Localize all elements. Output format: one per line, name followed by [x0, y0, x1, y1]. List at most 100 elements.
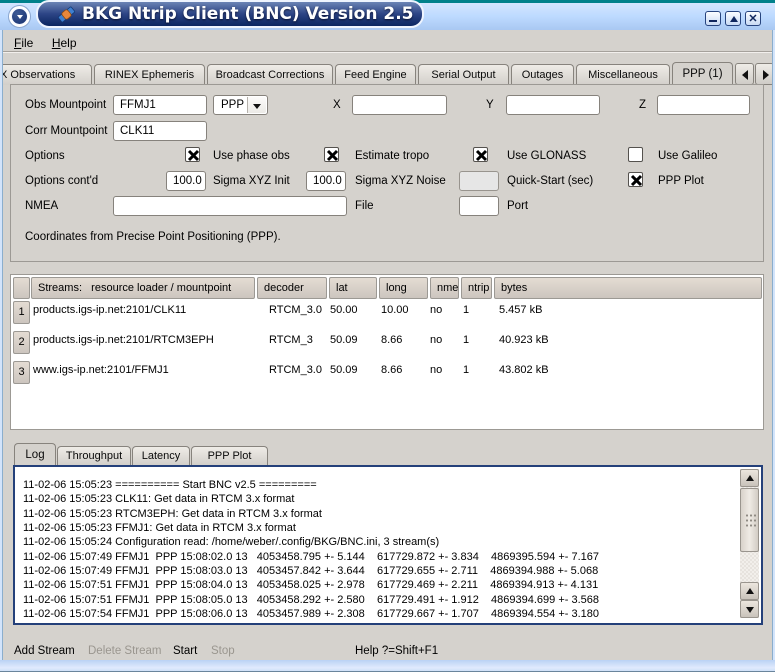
- arrow-up-icon: [746, 475, 754, 481]
- quick-start-label: Quick-Start (sec): [507, 175, 593, 187]
- x-label: X: [333, 99, 341, 111]
- y-input[interactable]: [506, 95, 600, 115]
- title-pill: BKG Ntrip Client (BNC) Version 2.5: [36, 0, 424, 28]
- log-view[interactable]: 11-02-06 15:05:23 ========== Start BNC v…: [13, 465, 763, 625]
- tab-broadcast-corrections[interactable]: Broadcast Corrections: [207, 64, 333, 85]
- table-row[interactable]: products.igs-ip.net:2101/RTCM3EPH RTCM_3…: [11, 334, 763, 356]
- header-ntrip[interactable]: ntrip: [461, 277, 492, 299]
- ppp-plot-checkbox[interactable]: [628, 172, 643, 187]
- menu-file[interactable]: File: [14, 36, 33, 50]
- nmea-input[interactable]: [113, 196, 347, 216]
- ppp-mode-select[interactable]: PPP: [213, 95, 268, 115]
- tab-latency[interactable]: Latency: [132, 446, 190, 465]
- use-galileo-label: Use Galileo: [658, 150, 717, 162]
- close-button[interactable]: ✕: [745, 11, 761, 26]
- file-label: File: [355, 200, 374, 212]
- window-menu-button[interactable]: [8, 5, 31, 28]
- maximize-button[interactable]: [725, 11, 741, 26]
- log-line: 11-02-06 15:07:49 FFMJ1 PPP 15:08:02.0 1…: [23, 551, 599, 563]
- scroll-down-button[interactable]: [740, 600, 759, 618]
- maximize-icon: [730, 16, 738, 22]
- cell-mountpoint: www.igs-ip.net:2101/FFMJ1: [33, 364, 169, 376]
- options-contd-label: Options cont'd: [25, 175, 98, 187]
- estimate-tropo-label: Estimate tropo: [355, 150, 429, 162]
- arrow-up-icon: [746, 588, 754, 594]
- table-row[interactable]: www.igs-ip.net:2101/FFMJ1 RTCM_3.0 50.09…: [11, 364, 763, 386]
- cell-mountpoint: products.igs-ip.net:2101/CLK11: [33, 304, 186, 316]
- header-streams[interactable]: Streams: resource loader / mountpoint: [31, 277, 255, 299]
- tab-feed-engine[interactable]: Feed Engine: [335, 64, 416, 85]
- delete-stream-button[interactable]: Delete Stream: [88, 645, 162, 657]
- sigma-xyz-init-label: Sigma XYZ Init: [213, 175, 290, 187]
- log-scrollbar[interactable]: [740, 469, 759, 618]
- arrow-down-icon: [746, 607, 754, 613]
- sigma-xyz-noise-label: Sigma XYZ Noise: [355, 175, 446, 187]
- obs-mountpoint-input[interactable]: FFMJ1: [113, 95, 207, 115]
- tab-log[interactable]: Log: [14, 443, 56, 465]
- z-label: Z: [639, 99, 646, 111]
- use-glonass-label: Use GLONASS: [507, 150, 586, 162]
- tab-miscellaneous[interactable]: Miscellaneous: [576, 64, 670, 85]
- options-checkbox[interactable]: [185, 147, 200, 162]
- help-shortcut-label: Help ?=Shift+F1: [355, 645, 438, 657]
- tab-serial-output[interactable]: Serial Output: [418, 64, 509, 85]
- tab-ppp[interactable]: PPP (1): [672, 62, 733, 85]
- tab-outages[interactable]: Outages: [511, 64, 574, 85]
- sigma-xyz-noise-input[interactable]: 100.0: [306, 171, 346, 191]
- add-stream-button[interactable]: Add Stream: [14, 645, 75, 657]
- scroll-up-button[interactable]: [740, 469, 759, 487]
- scrollbar-thumb[interactable]: [740, 488, 759, 552]
- menu-bar: File Help: [3, 30, 772, 52]
- cell-nmea: no: [430, 364, 442, 376]
- corr-mountpoint-input[interactable]: CLK11: [113, 121, 207, 141]
- use-galileo-checkbox[interactable]: [628, 147, 643, 162]
- cell-ntrip: 1: [463, 304, 469, 316]
- x-input[interactable]: [352, 95, 447, 115]
- cell-mountpoint: products.igs-ip.net:2101/RTCM3EPH: [33, 334, 214, 346]
- stop-button[interactable]: Stop: [211, 645, 235, 657]
- ppp-mode-value: PPP: [221, 99, 244, 111]
- nmea-label: NMEA: [25, 200, 58, 212]
- tab-ppp-plot[interactable]: PPP Plot: [191, 446, 268, 465]
- table-row[interactable]: products.igs-ip.net:2101/CLK11 RTCM_3.0 …: [11, 304, 763, 326]
- table-corner-header[interactable]: [13, 277, 30, 299]
- bnc-window: BKG Ntrip Client (BNC) Version 2.5 ✕ Fil…: [0, 0, 775, 672]
- log-line: 11-02-06 15:05:23 CLK11: Get data in RTC…: [23, 493, 294, 505]
- header-nmea[interactable]: nmea: [430, 277, 459, 299]
- log-line: 11-02-06 15:07:51 FFMJ1 PPP 15:08:04.0 1…: [23, 579, 598, 591]
- log-line: 11-02-06 15:07:49 FFMJ1 PPP 15:08:03.0 1…: [23, 565, 598, 577]
- header-lat[interactable]: lat: [329, 277, 377, 299]
- header-decoder[interactable]: decoder: [257, 277, 327, 299]
- cell-nmea: no: [430, 334, 442, 346]
- ppp-caption: Coordinates from Precise Point Positioni…: [25, 231, 281, 243]
- cell-decoder: RTCM_3: [269, 334, 313, 346]
- minimize-button[interactable]: [705, 11, 721, 26]
- tab-scroll-right-button[interactable]: [755, 63, 772, 85]
- cell-decoder: RTCM_3.0: [269, 304, 322, 316]
- sigma-xyz-init-input[interactable]: 100.0: [166, 171, 206, 191]
- quick-start-input[interactable]: [459, 171, 499, 191]
- cell-decoder: RTCM_3.0: [269, 364, 322, 376]
- log-line: 11-02-06 15:07:51 FFMJ1 PPP 15:08:05.0 1…: [23, 594, 599, 606]
- cell-ntrip: 1: [463, 364, 469, 376]
- header-bytes[interactable]: bytes: [494, 277, 762, 299]
- scroll-up-button-2[interactable]: [740, 582, 759, 600]
- file-input[interactable]: [459, 196, 499, 216]
- tab-throughput[interactable]: Throughput: [57, 446, 131, 465]
- thumb-grip: [745, 513, 756, 527]
- corr-mountpoint-label: Corr Mountpoint: [25, 125, 107, 137]
- cell-bytes: 40.923 kB: [499, 334, 549, 346]
- estimate-tropo-checkbox[interactable]: [473, 147, 488, 162]
- tab-scroll-left-button[interactable]: [735, 63, 754, 85]
- z-input[interactable]: [657, 95, 750, 115]
- cell-lat: 50.09: [330, 364, 358, 376]
- header-long[interactable]: long: [379, 277, 428, 299]
- start-button[interactable]: Start: [173, 645, 197, 657]
- arrow-right-icon: [763, 70, 769, 80]
- tab-rinex-observations[interactable]: RINEX Observations: [3, 64, 92, 85]
- chevron-down-icon: [17, 15, 23, 19]
- use-phase-obs-checkbox[interactable]: [324, 147, 339, 162]
- log-line: 11-02-06 15:07:54 FFMJ1 PPP 15:08:06.0 1…: [23, 608, 599, 620]
- menu-help[interactable]: Help: [52, 36, 77, 50]
- tab-rinex-ephemeris[interactable]: RINEX Ephemeris: [94, 64, 205, 85]
